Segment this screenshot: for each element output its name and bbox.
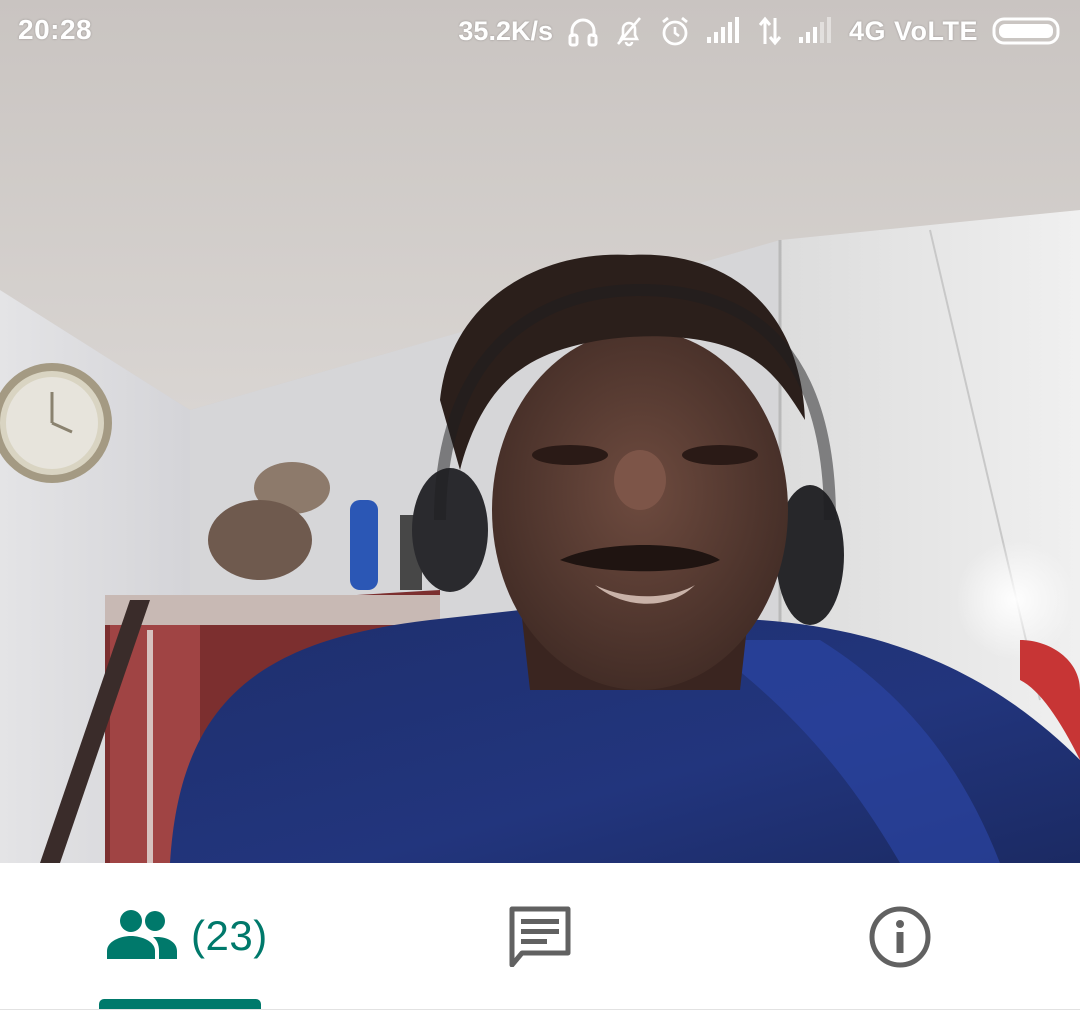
- participants-count: (23): [191, 911, 268, 959]
- video-feed[interactable]: [0, 0, 1080, 863]
- headphones-icon: [567, 15, 599, 47]
- battery-icon: [992, 16, 1064, 46]
- info-icon: [868, 905, 932, 974]
- chat-icon: [508, 905, 572, 972]
- status-icons: 35.2K/s 4G VoLTE: [458, 10, 1064, 52]
- data-arrows-icon: [757, 16, 783, 46]
- tab-info[interactable]: [720, 863, 1080, 1009]
- notifications-off-icon: [613, 15, 645, 47]
- signal-weak-icon: [797, 17, 835, 45]
- video-frame: [0, 0, 1080, 863]
- status-bar: 20:28 35.2K/s 4G VoLTE: [0, 0, 1080, 62]
- selected-tab-indicator: [99, 999, 261, 1009]
- tab-chat[interactable]: [360, 863, 720, 1009]
- tab-participants[interactable]: (23): [0, 863, 360, 1009]
- people-icon: [107, 907, 177, 964]
- wall-clock: [0, 363, 112, 483]
- network-type: 4G VoLTE: [848, 15, 978, 46]
- participants-tab-content: (23): [107, 907, 268, 964]
- alarm-icon: [659, 15, 691, 47]
- signal-icon: [705, 17, 743, 45]
- network-speed: 35.2K/s: [458, 15, 553, 46]
- tab-bar: (23): [0, 863, 1080, 1010]
- status-time: 20:28: [18, 14, 93, 45]
